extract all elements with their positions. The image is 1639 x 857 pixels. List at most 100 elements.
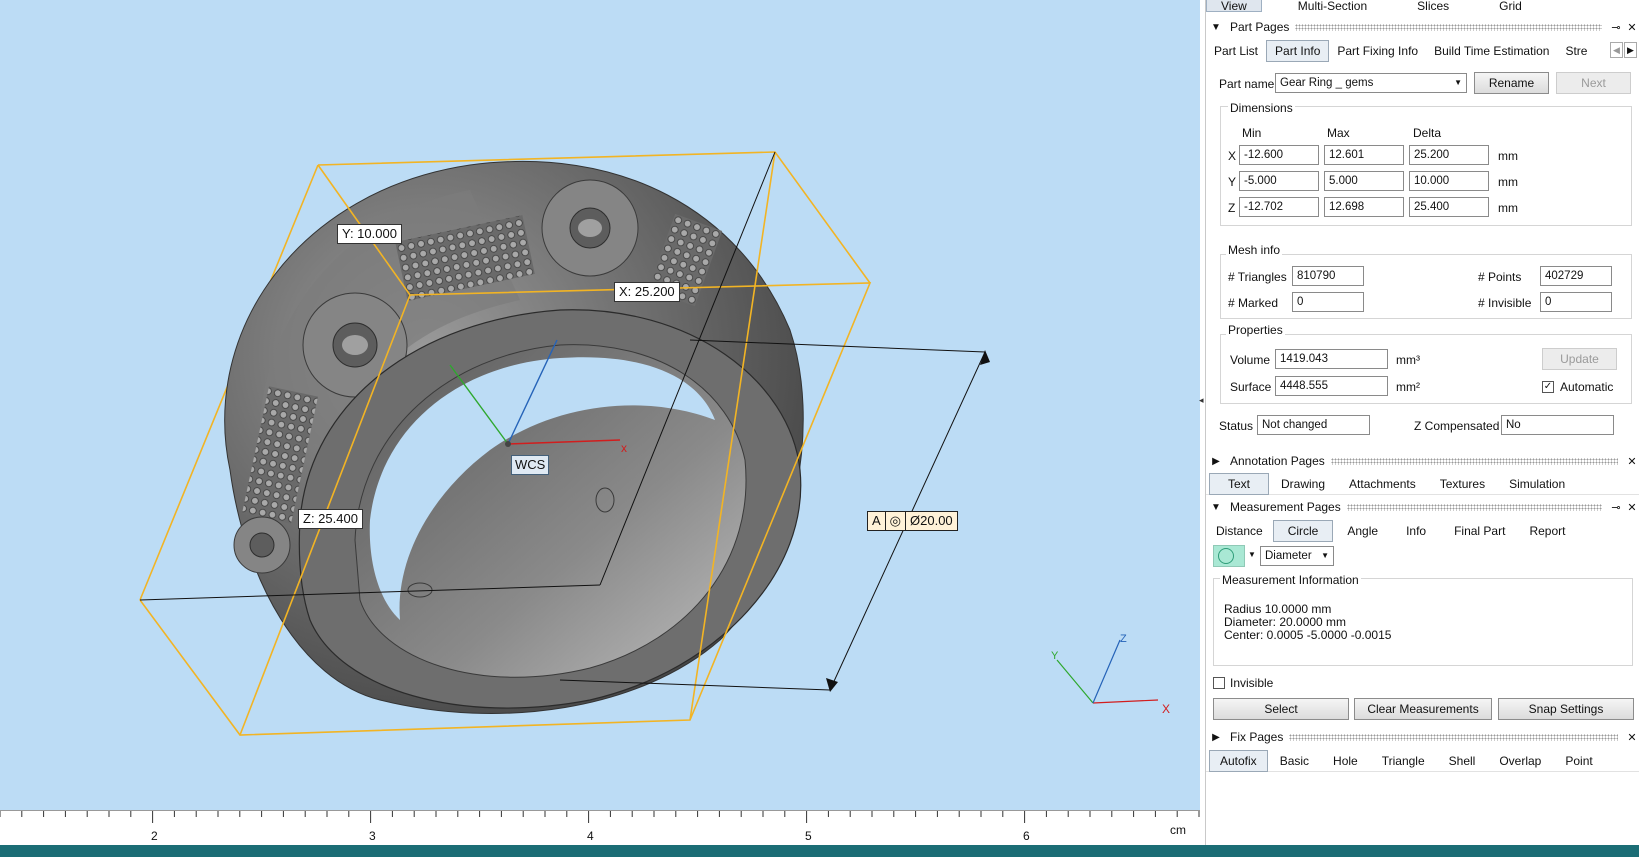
update-button[interactable]: Update xyxy=(1542,348,1617,370)
tab-scroll-right-icon[interactable]: ▶ xyxy=(1624,42,1637,58)
close-icon[interactable]: ✕ xyxy=(1624,501,1639,514)
tab-scroll-left-icon[interactable]: ◀ xyxy=(1610,42,1623,58)
tab-triangle[interactable]: Triangle xyxy=(1370,751,1437,771)
tab-simulation[interactable]: Simulation xyxy=(1497,474,1577,494)
triangles-field[interactable]: 810790 xyxy=(1292,266,1364,286)
part-name-select[interactable]: Gear Ring _ gems ▼ xyxy=(1275,73,1467,93)
measurement-pages-header[interactable]: ▼ Measurement Pages ⊸ ✕ xyxy=(1206,496,1639,518)
status-field[interactable]: Not changed xyxy=(1257,415,1370,435)
z-min-field[interactable]: -12.702 xyxy=(1239,197,1319,217)
tab-point[interactable]: Point xyxy=(1553,751,1604,771)
axis-y-label: Y xyxy=(1228,175,1237,189)
tab-build-time-estimation[interactable]: Build Time Estimation xyxy=(1426,41,1557,61)
tab-final-part[interactable]: Final Part xyxy=(1440,521,1519,541)
y-delta-field[interactable]: 10.000 xyxy=(1409,171,1489,191)
tab-text[interactable]: Text xyxy=(1209,472,1270,495)
tab-overlap[interactable]: Overlap xyxy=(1487,751,1553,771)
section-title: Measurement Pages xyxy=(1230,500,1341,514)
chevron-down-icon[interactable]: ▼ xyxy=(1248,550,1256,559)
tab-autofix[interactable]: Autofix xyxy=(1209,749,1268,772)
ruler-ticks xyxy=(0,811,1200,823)
points-field[interactable]: 402729 xyxy=(1540,266,1612,286)
annotation-pages-header[interactable]: ▶ Annotation Pages ✕ xyxy=(1206,450,1639,472)
part-pages-header[interactable]: ▼ Part Pages ⊸ ✕ xyxy=(1206,16,1639,38)
tab-textures[interactable]: Textures xyxy=(1428,474,1497,494)
x-max-field[interactable]: 12.601 xyxy=(1324,145,1404,165)
tab-info[interactable]: Info xyxy=(1392,521,1440,541)
tab-part-info[interactable]: Part Info xyxy=(1266,40,1330,62)
tab-attachments[interactable]: Attachments xyxy=(1337,474,1428,494)
tab-shell[interactable]: Shell xyxy=(1437,751,1488,771)
tab-basic[interactable]: Basic xyxy=(1268,751,1321,771)
x-delta-field[interactable]: 25.200 xyxy=(1409,145,1489,165)
invisible-checkbox[interactable] xyxy=(1213,677,1225,689)
measure-mode-select[interactable]: Diameter ▼ xyxy=(1260,546,1334,566)
next-button[interactable]: Next xyxy=(1556,72,1631,94)
wcs-label: WCS xyxy=(511,455,550,475)
automatic-checkbox[interactable]: ✓ xyxy=(1542,381,1554,393)
close-icon[interactable]: ✕ xyxy=(1624,455,1639,468)
expand-triangle-icon[interactable]: ▶ xyxy=(1206,732,1226,743)
circle-icon xyxy=(1218,548,1234,564)
tab-angle[interactable]: Angle xyxy=(1333,521,1392,541)
close-icon[interactable]: ✕ xyxy=(1624,731,1639,744)
tab-distance[interactable]: Distance xyxy=(1206,521,1273,541)
expand-triangle-icon[interactable]: ▶ xyxy=(1206,456,1226,467)
z-max-field[interactable]: 12.698 xyxy=(1324,197,1404,217)
pin-icon[interactable]: ⊸ xyxy=(1608,501,1624,514)
close-icon[interactable]: ✕ xyxy=(1624,21,1639,34)
tab-grid[interactable]: Grid xyxy=(1485,0,1536,12)
ring-model-scene[interactable]: x xyxy=(0,0,1200,810)
z-compensated-field[interactable]: No xyxy=(1501,415,1614,435)
part-pages-tabs: Part List Part Info Part Fixing Info Bui… xyxy=(1206,40,1639,62)
tab-part-fixing-info[interactable]: Part Fixing Info xyxy=(1329,41,1426,61)
snap-settings-button[interactable]: Snap Settings xyxy=(1498,698,1634,720)
measure-mode-value: Diameter xyxy=(1265,550,1312,562)
tab-drawing[interactable]: Drawing xyxy=(1269,474,1337,494)
tab-report[interactable]: Report xyxy=(1519,521,1575,541)
pin-icon[interactable]: ⊸ xyxy=(1608,21,1624,34)
automatic-label: Automatic xyxy=(1560,380,1614,394)
drag-handle[interactable] xyxy=(1289,733,1618,741)
ruler-label: 2 xyxy=(151,829,158,843)
surface-field[interactable]: 4448.555 xyxy=(1275,376,1388,396)
fix-pages-header[interactable]: ▶ Fix Pages ✕ xyxy=(1206,726,1639,748)
triangles-label: # Triangles xyxy=(1228,270,1287,284)
diameter-annotation[interactable]: A ◎ Ø20.00 xyxy=(867,511,958,531)
y-dimension-label: Y: 10.000 xyxy=(337,224,402,244)
tab-part-list[interactable]: Part List xyxy=(1206,41,1266,61)
tab-slices[interactable]: Slices xyxy=(1403,0,1463,12)
part-name-value: Gear Ring _ gems xyxy=(1280,77,1374,89)
points-label: # Points xyxy=(1478,270,1522,284)
collapse-triangle-icon[interactable]: ▼ xyxy=(1206,22,1226,33)
unit-label: mm xyxy=(1498,149,1518,163)
tab-hole[interactable]: Hole xyxy=(1321,751,1370,771)
drag-handle[interactable] xyxy=(1295,23,1602,31)
y-max-field[interactable]: 5.000 xyxy=(1324,171,1404,191)
mesh-info-title: Mesh info xyxy=(1226,242,1283,258)
collapse-triangle-icon[interactable]: ▼ xyxy=(1206,502,1226,513)
z-delta-field[interactable]: 25.400 xyxy=(1409,197,1489,217)
z-compensated-label: Z Compensated xyxy=(1414,419,1500,433)
circle-tool-button[interactable] xyxy=(1213,545,1245,567)
marked-field[interactable]: 0 xyxy=(1292,292,1364,312)
drag-handle[interactable] xyxy=(1330,457,1618,465)
section-title: Fix Pages xyxy=(1230,730,1284,744)
measurement-pages-tabs: Distance Circle Angle Info Final Part Re… xyxy=(1206,520,1639,542)
gizmo-y-label: Y xyxy=(1051,650,1059,662)
y-min-field[interactable]: -5.000 xyxy=(1239,171,1319,191)
tab-stre[interactable]: Stre xyxy=(1557,41,1595,61)
drag-handle[interactable] xyxy=(1346,503,1602,511)
clear-measurements-button[interactable]: Clear Measurements xyxy=(1354,698,1492,720)
max-header: Max xyxy=(1327,126,1350,140)
tab-circle[interactable]: Circle xyxy=(1272,520,1334,542)
tab-multi-section[interactable]: Multi-Section xyxy=(1284,0,1381,12)
3d-viewport[interactable]: x Y: 10.000 X: 25.200 Z: 25.400 WCS A ◎ … xyxy=(0,0,1200,845)
select-button[interactable]: Select xyxy=(1213,698,1349,720)
x-min-field[interactable]: -12.600 xyxy=(1239,145,1319,165)
volume-field[interactable]: 1419.043 xyxy=(1275,349,1388,369)
rename-button[interactable]: Rename xyxy=(1474,72,1549,94)
part-name-label: Part name xyxy=(1219,77,1275,91)
invisible-count-field[interactable]: 0 xyxy=(1540,292,1612,312)
tab-view[interactable]: View xyxy=(1206,0,1262,12)
